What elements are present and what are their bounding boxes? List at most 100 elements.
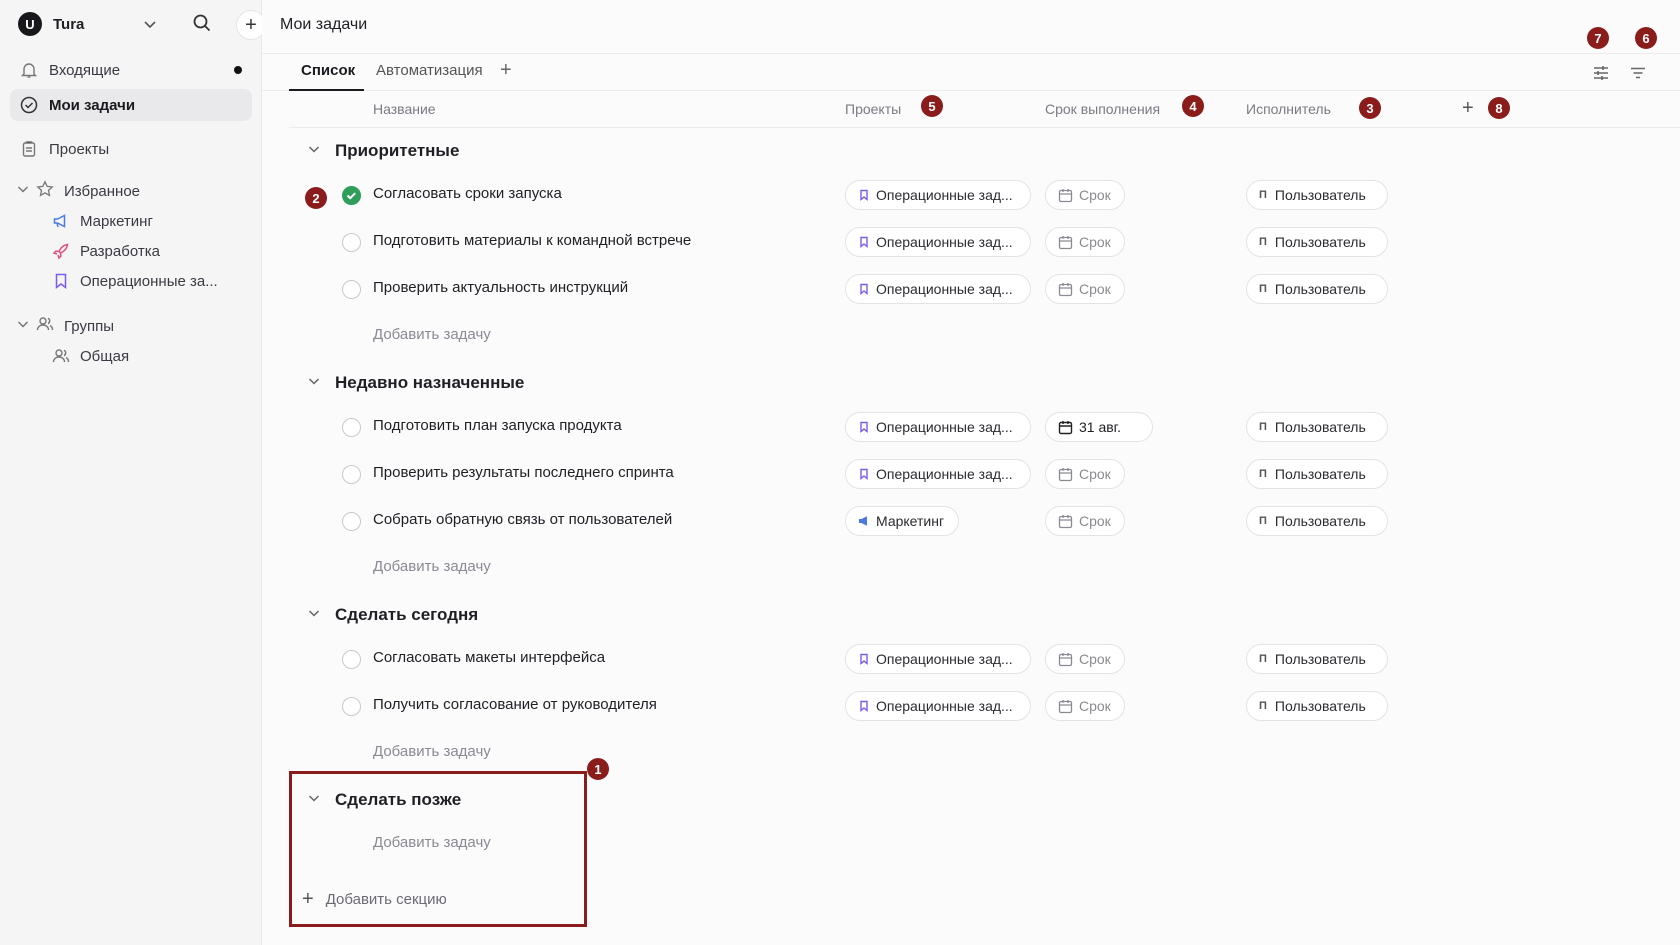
due-date-pill[interactable]: Срок <box>1045 274 1125 304</box>
sidebar-item-marketing[interactable]: Маркетинг <box>52 207 252 235</box>
groups-group[interactable]: Группы <box>16 312 114 340</box>
unread-dot <box>234 66 242 74</box>
sidebar-item-my-tasks[interactable]: Мои задачи <box>10 89 252 121</box>
project-pill[interactable]: Операционные зад... <box>845 180 1031 210</box>
task-complete-checkbox[interactable] <box>342 465 361 484</box>
project-pill[interactable]: Операционные зад... <box>845 644 1031 674</box>
add-column-button[interactable]: + <box>1462 97 1474 120</box>
project-name: Маркетинг <box>876 513 945 529</box>
task-complete-checkbox[interactable] <box>342 697 361 716</box>
column-header-due[interactable]: Срок выполнения <box>1045 101 1160 117</box>
sidebar-item-inbox[interactable]: Входящие <box>10 54 252 86</box>
chevron-down-icon[interactable] <box>307 373 321 393</box>
sliders-icon[interactable] <box>1592 64 1610 86</box>
due-date-pill[interactable]: Срок <box>1045 180 1125 210</box>
due-date-pill[interactable]: Срок <box>1045 644 1125 674</box>
tab-list[interactable]: Список <box>301 62 355 79</box>
task-complete-checkbox[interactable] <box>342 650 361 669</box>
favorites-group[interactable]: Избранное <box>16 177 140 205</box>
project-pill[interactable]: Операционные зад... <box>845 459 1031 489</box>
task-row[interactable]: Подготовить материалы к командной встреч… <box>262 224 1680 260</box>
due-date-pill[interactable]: 31 авг. <box>1045 412 1153 442</box>
task-title[interactable]: Получить согласование от руководителя <box>373 696 657 713</box>
project-pill[interactable]: Операционные зад... <box>845 691 1031 721</box>
task-title[interactable]: Проверить актуальность инструкций <box>373 279 628 296</box>
page-title: Мои задачи <box>280 16 368 33</box>
assignee-pill[interactable]: П Пользователь <box>1246 412 1388 442</box>
task-row[interactable]: Подготовить план запуска продукта Операци… <box>262 409 1680 445</box>
task-row[interactable]: Согласовать сроки запуска Операционные за… <box>262 177 1680 213</box>
chevron-down-icon[interactable] <box>307 141 321 161</box>
megaphone-icon <box>858 515 870 527</box>
project-pill[interactable]: Маркетинг <box>845 506 959 536</box>
task-title[interactable]: Подготовить план запуска продукта <box>373 417 622 434</box>
project-pill[interactable]: Операционные зад... <box>845 412 1031 442</box>
assignee-pill[interactable]: П Пользователь <box>1246 227 1388 257</box>
assignee-name: Пользователь <box>1274 466 1366 482</box>
avatar: П <box>1259 421 1267 433</box>
add-task-button[interactable]: Добавить задачу <box>373 558 491 575</box>
section-header[interactable]: Недавно назначенные <box>307 373 524 393</box>
assignee-pill[interactable]: П Пользователь <box>1246 274 1388 304</box>
task-title[interactable]: Согласовать сроки запуска <box>373 185 562 202</box>
column-header-projects[interactable]: Проекты <box>845 101 901 117</box>
column-header-name[interactable]: Название <box>373 101 436 117</box>
sidebar-item-operations[interactable]: Операционные за... <box>52 267 252 295</box>
project-name: Операционные зад... <box>876 187 1013 203</box>
section-header[interactable]: Приоритетные <box>307 141 459 161</box>
check-circle-icon <box>19 96 39 114</box>
task-title[interactable]: Собрать обратную связь от пользователей <box>373 511 672 528</box>
star-icon <box>36 180 54 202</box>
task-complete-checkbox[interactable] <box>342 280 361 299</box>
assignee-pill[interactable]: П Пользователь <box>1246 644 1388 674</box>
assignee-pill[interactable]: П Пользователь <box>1246 459 1388 489</box>
assignee-name: Пользователь <box>1274 513 1366 529</box>
bookmark-icon <box>858 189 870 201</box>
divider <box>289 127 1680 128</box>
add-task-button[interactable]: Добавить задачу <box>373 326 491 343</box>
task-complete-checkbox[interactable] <box>342 418 361 437</box>
due-date-pill[interactable]: Срок <box>1045 691 1125 721</box>
task-row[interactable]: Проверить результаты последнего спринта О… <box>262 456 1680 492</box>
sidebar-item-label: Входящие <box>49 61 121 79</box>
calendar-icon <box>1058 188 1073 203</box>
due-date-pill[interactable]: Срок <box>1045 227 1125 257</box>
section-header[interactable]: Сделать сегодня <box>307 605 478 625</box>
task-complete-checkbox[interactable] <box>342 512 361 531</box>
task-row[interactable]: Получить согласование от руководителя Опе… <box>262 688 1680 724</box>
tab-automation[interactable]: Автоматизация <box>376 62 483 79</box>
assignee-pill[interactable]: П Пользователь <box>1246 180 1388 210</box>
chevron-down-icon[interactable] <box>142 16 158 36</box>
task-title[interactable]: Подготовить материалы к командной встреч… <box>373 232 691 249</box>
task-row[interactable]: Собрать обратную связь от пользователей М… <box>262 503 1680 539</box>
column-header-assignee[interactable]: Исполнитель <box>1246 101 1331 117</box>
task-complete-checkbox[interactable] <box>342 186 361 205</box>
task-row[interactable]: Проверить актуальность инструкций Операци… <box>262 271 1680 307</box>
assignee-pill[interactable]: П Пользователь <box>1246 506 1388 536</box>
sidebar-item-projects[interactable]: Проекты <box>10 133 252 165</box>
chevron-down-icon[interactable] <box>307 605 321 625</box>
sidebar-item-development[interactable]: Разработка <box>52 237 252 265</box>
project-pill[interactable]: Операционные зад... <box>845 274 1031 304</box>
due-date-pill[interactable]: Срок <box>1045 459 1125 489</box>
due-date-text: Срок <box>1079 187 1111 203</box>
assignee-name: Пользователь <box>1274 698 1366 714</box>
task-title[interactable]: Согласовать макеты интерфейса <box>373 649 605 666</box>
add-tab-button[interactable]: + <box>500 59 512 82</box>
view-tabs: Список Автоматизация + <box>262 53 1680 91</box>
task-complete-checkbox[interactable] <box>342 233 361 252</box>
project-pill[interactable]: Операционные зад... <box>845 227 1031 257</box>
workspace-switcher[interactable]: U Tura + <box>18 10 266 40</box>
assignee-pill[interactable]: П Пользователь <box>1246 691 1388 721</box>
project-name: Операционные зад... <box>876 281 1013 297</box>
sidebar-item-general[interactable]: Общая <box>52 342 252 370</box>
chevron-down-icon[interactable] <box>16 317 30 335</box>
groups-label: Группы <box>64 317 114 335</box>
add-task-button[interactable]: Добавить задачу <box>373 743 491 760</box>
due-date-pill[interactable]: Срок <box>1045 506 1125 536</box>
filter-icon[interactable] <box>1629 64 1647 86</box>
task-row[interactable]: Согласовать макеты интерфейса Операционны… <box>262 641 1680 677</box>
task-title[interactable]: Проверить результаты последнего спринта <box>373 464 674 481</box>
chevron-down-icon[interactable] <box>16 182 30 200</box>
search-icon[interactable] <box>192 13 212 37</box>
